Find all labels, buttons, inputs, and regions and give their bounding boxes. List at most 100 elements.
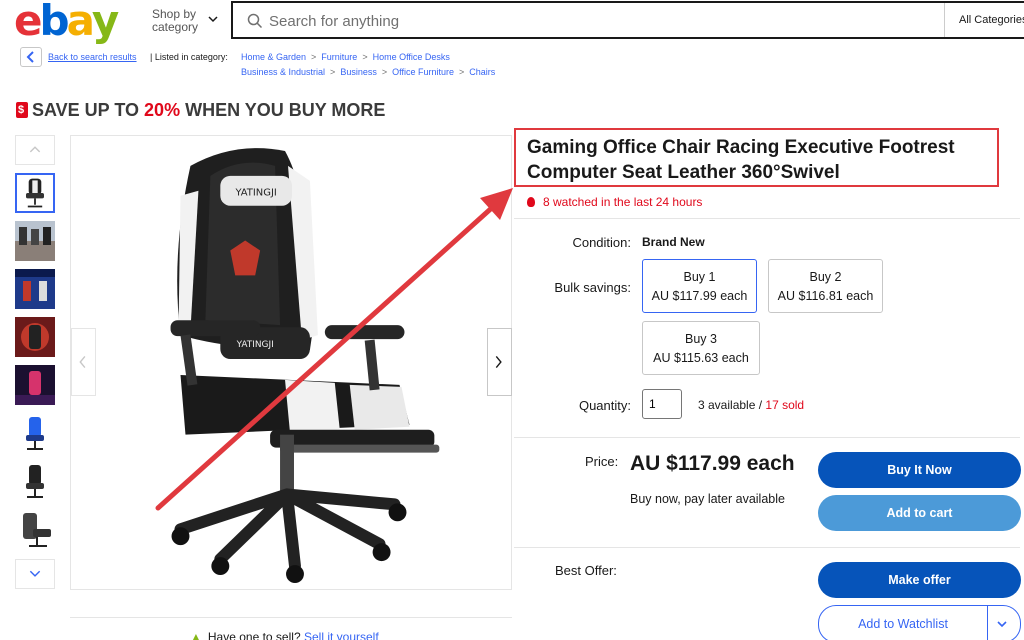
divider [70, 617, 512, 618]
price-tag-icon [16, 102, 28, 118]
thumbnail-1[interactable] [15, 173, 55, 213]
make-offer-button[interactable]: Make offer [818, 562, 1021, 598]
gaming-chair-image: YATINGJI YATINGJI [170, 148, 440, 583]
sell-it-yourself-link[interactable]: Sell it yourself [304, 630, 379, 640]
thumbnail-2[interactable] [15, 221, 55, 261]
watched-notice: 8 watched in the last 24 hours [527, 195, 702, 209]
condition-label: Condition: [572, 235, 631, 250]
chevron-down-icon[interactable] [207, 13, 219, 25]
search-bar: All Categories [231, 1, 1024, 39]
chair-thumbnail-image [15, 269, 55, 301]
crumb-office-furniture[interactable]: Office Furniture [392, 67, 454, 77]
crumb-home-office-desks[interactable]: Home Office Desks [373, 52, 450, 62]
price-value: AU $117.99 each [630, 452, 795, 475]
thumbnail-4[interactable] [15, 317, 55, 357]
back-to-search-link[interactable]: Back to search results [48, 52, 137, 62]
quantity-label: Quantity: [578, 398, 631, 413]
fire-icon [527, 197, 535, 207]
chair-thumbnail-image [26, 178, 44, 208]
search-icon [247, 13, 263, 29]
add-to-watchlist-button[interactable]: Add to Watchlist [818, 605, 1021, 640]
listed-in-label: Listed in category: [154, 52, 228, 62]
thumbnail-down-button[interactable] [15, 559, 55, 589]
bulk-option-buy-2[interactable]: Buy 2 AU $116.81 each [768, 259, 883, 313]
shop-by-line2: category [152, 20, 199, 34]
ebay-logo[interactable]: ebay [14, 0, 119, 45]
header: ebay Shop by category All Categories [0, 0, 1024, 44]
logo-letter-y: y [91, 0, 119, 45]
crumb-chairs[interactable]: Chairs [469, 67, 495, 77]
bulk-qty: Buy 2 [809, 270, 842, 284]
thumbnail-5[interactable] [15, 365, 55, 405]
thumbnail-column [15, 135, 57, 589]
main-product-image[interactable]: YATINGJI YATINGJI [70, 135, 512, 590]
bulk-price: AU $116.81 each [777, 289, 874, 303]
sell-yours-row: ▲ Have one to sell? Sell it yourself [190, 630, 379, 640]
chair-thumbnail-image [23, 513, 51, 547]
chair-thumbnail-image [26, 465, 44, 498]
banner-percent: 20% [144, 100, 181, 120]
thumbnail-3[interactable] [15, 269, 55, 309]
breadcrumb-listed-in: | Listed in category: [150, 52, 228, 62]
watchlist-label: Add to Watchlist [858, 617, 948, 631]
chevron-left-icon [26, 51, 34, 63]
shop-by-category-button[interactable]: Shop by category [152, 8, 198, 34]
pillow-brand-text: YATINGJI [234, 188, 276, 199]
image-prev-button[interactable] [71, 328, 96, 396]
thumbnail-8[interactable] [15, 509, 55, 549]
chair-thumbnail-image [15, 371, 55, 405]
product-title: Gaming Office Chair Racing Executive Foo… [527, 137, 955, 183]
banner-prefix: SAVE UP TO [32, 100, 145, 120]
logo-letter-a: a [66, 0, 95, 45]
save-banner: SAVE UP TO 20% WHEN YOU BUY MORE [16, 100, 385, 121]
bulk-qty: Buy 1 [683, 270, 716, 284]
bulk-option-buy-3[interactable]: Buy 3 AU $115.63 each [642, 321, 760, 375]
bulk-savings-label: Bulk savings: [554, 280, 631, 295]
chevron-right-icon [495, 356, 502, 368]
divider [514, 547, 1020, 548]
thumbnail-6[interactable] [15, 413, 55, 453]
bulk-price: AU $115.63 each [653, 351, 749, 365]
sold-count[interactable]: 17 sold [765, 398, 804, 412]
crumb-home-garden[interactable]: Home & Garden [241, 52, 306, 62]
divider [514, 437, 1020, 438]
crumb-business[interactable]: Business [340, 67, 377, 77]
thumbnail-7[interactable] [15, 461, 55, 501]
best-offer-label: Best Offer: [555, 563, 617, 578]
available-count: 3 available / [698, 398, 766, 412]
chevron-down-icon [29, 570, 41, 577]
sell-prefix: Have one to sell? [207, 630, 301, 640]
add-to-cart-button[interactable]: Add to cart [818, 495, 1021, 531]
thumbnail-up-button[interactable] [15, 135, 55, 165]
logo-letter-e: e [14, 0, 42, 45]
breadcrumb-row-1: Home & Garden > Furniture > Home Office Desk… [241, 52, 450, 62]
chair-thumbnail-image [21, 323, 49, 351]
image-next-button[interactable] [487, 328, 512, 396]
chevron-down-icon[interactable] [995, 617, 1009, 631]
divider [514, 218, 1020, 219]
category-select[interactable]: All Categories [944, 3, 1024, 37]
breadcrumb-row-2: Business & Industrial > Business > Office Fu… [241, 67, 496, 77]
availability: 3 available / 17 sold [698, 398, 804, 412]
quantity-input[interactable] [642, 389, 682, 419]
buy-it-now-button[interactable]: Buy It Now [818, 452, 1021, 488]
crumb-business-industrial[interactable]: Business & Industrial [241, 67, 325, 77]
search-input[interactable] [269, 9, 869, 33]
chair-thumbnail-image [26, 417, 44, 450]
condition-value: Brand New [642, 235, 705, 249]
bulk-price: AU $117.99 each [651, 289, 748, 303]
logo-letter-b: b [39, 0, 70, 45]
chevron-up-icon [29, 146, 41, 153]
chair-thumbnail-image [15, 227, 55, 261]
watchlist-divider [987, 606, 988, 640]
watched-text: 8 watched in the last 24 hours [543, 195, 703, 209]
bulk-qty: Buy 3 [685, 332, 717, 346]
chevron-left-icon [79, 356, 86, 368]
back-button[interactable] [20, 47, 42, 67]
bulk-option-buy-1[interactable]: Buy 1 AU $117.99 each [642, 259, 757, 313]
pay-later-text: Buy now, pay later available [630, 492, 785, 506]
crumb-furniture[interactable]: Furniture [321, 52, 357, 62]
lumbar-brand-text: YATINGJI [236, 340, 274, 350]
price-label: Price: [585, 454, 619, 469]
banner-suffix: WHEN YOU BUY MORE [180, 100, 386, 120]
